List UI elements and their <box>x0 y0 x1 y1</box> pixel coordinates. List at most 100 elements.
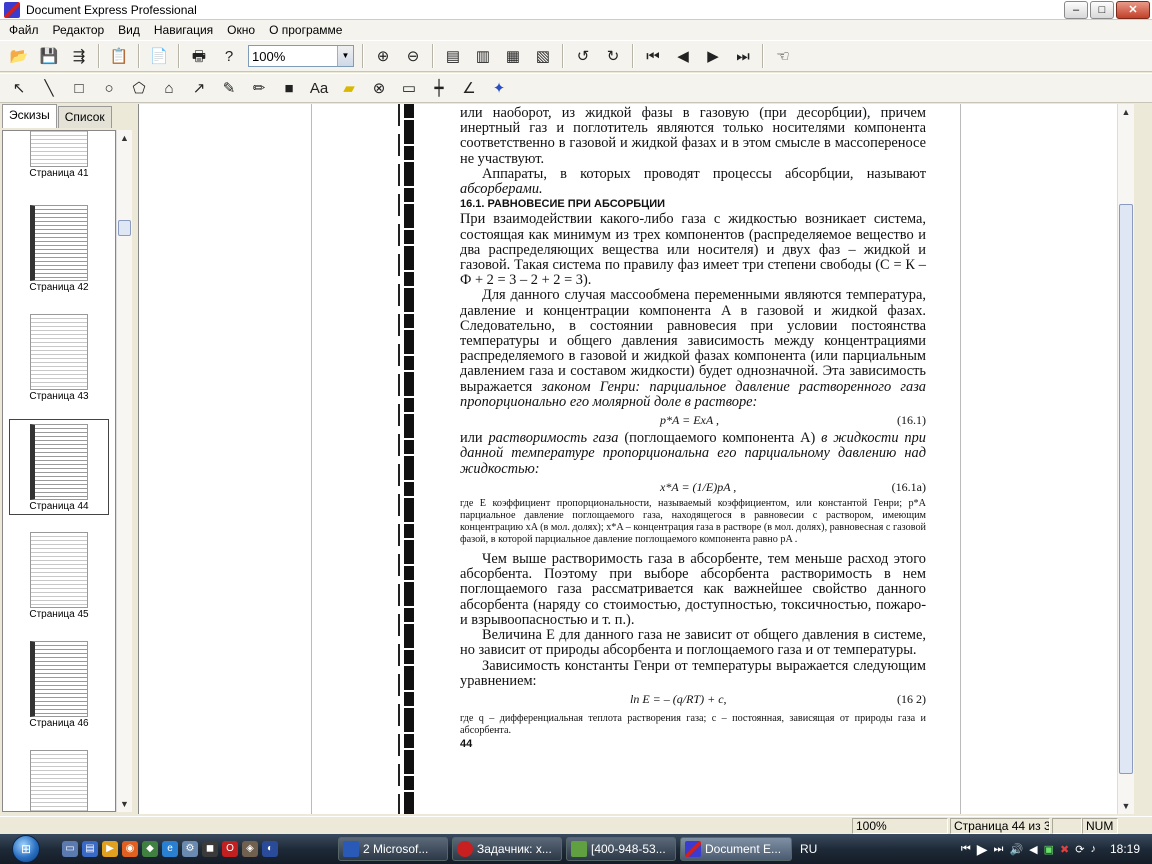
equation-16-1a: x*A = (1/E)pA , (16.1a) <box>660 479 926 494</box>
language-indicator[interactable]: RU <box>800 842 817 856</box>
arrow-icon[interactable]: ↗ <box>186 75 212 101</box>
document-scrollbar[interactable]: ▲ ▼ <box>1117 104 1134 814</box>
print-icon[interactable]: 🖶 <box>186 43 212 69</box>
menu-bar: Файл Редактор Вид Навигация Окно О прогр… <box>0 20 1152 40</box>
app-icon[interactable]: ◼ <box>202 841 218 857</box>
help-icon[interactable]: ? <box>216 43 242 69</box>
ruler-icon[interactable]: ▭ <box>396 75 422 101</box>
rotate-right-icon[interactable]: ↻ <box>600 43 626 69</box>
explorer-icon[interactable]: ▤ <box>82 841 98 857</box>
polygon-icon[interactable]: ⬠ <box>126 75 152 101</box>
scroll-up-icon[interactable]: ▲ <box>1118 104 1134 120</box>
equation-16-2: ln E = – (q/RT) + c, (16 2) <box>630 691 926 706</box>
menu-view[interactable]: Вид <box>111 20 147 40</box>
thumbnail-page-46[interactable]: Страница 46 <box>9 637 109 733</box>
sidebar-scrollbar[interactable]: ▲ ▼ <box>116 130 132 812</box>
media-icon[interactable]: ▶ <box>102 841 118 857</box>
scroll-up-icon[interactable]: ▲ <box>117 130 132 146</box>
ellipse-icon[interactable]: ○ <box>96 75 122 101</box>
media-next-icon[interactable]: ⏭ <box>994 843 1004 856</box>
save-icon[interactable]: 💾 <box>36 43 62 69</box>
thumbnail-label: Страница 41 <box>29 168 89 179</box>
paste-icon[interactable]: 📋 <box>106 43 132 69</box>
thumbnail-page-43[interactable]: Страница 43 <box>9 310 109 406</box>
speaker-icon[interactable]: ♪ <box>1090 843 1096 855</box>
fit-page-icon[interactable]: ▤ <box>440 43 466 69</box>
zoom-in-icon[interactable]: ⊕ <box>370 43 396 69</box>
prev-page-icon[interactable]: ◀ <box>670 43 696 69</box>
rectangle-icon[interactable]: □ <box>66 75 92 101</box>
export-page-icon[interactable]: ▧ <box>530 43 556 69</box>
clock[interactable]: 18:19 <box>1110 842 1140 856</box>
paragraph: или наоборот, из жидкой фазы в газовую (… <box>460 105 926 167</box>
minimize-button[interactable]: – <box>1064 1 1088 19</box>
task-document-express[interactable]: Document E... <box>680 837 792 861</box>
zoom-out-icon[interactable]: ⊖ <box>400 43 426 69</box>
app-icon[interactable]: ◆ <box>142 841 158 857</box>
settings-icon[interactable]: ⚙ <box>182 841 198 857</box>
pin-icon[interactable]: ✦ <box>486 75 512 101</box>
thumbnail-page-42[interactable]: Страница 42 <box>9 201 109 297</box>
scroll-down-icon[interactable]: ▼ <box>117 796 132 812</box>
highlighter-icon[interactable]: ✏ <box>246 75 272 101</box>
tab-thumbnails[interactable]: Эскизы <box>2 104 57 128</box>
filled-rect-icon[interactable]: ■ <box>276 75 302 101</box>
status-zoom: 100% <box>852 818 948 834</box>
rotate-left-icon[interactable]: ↺ <box>570 43 596 69</box>
menu-file[interactable]: Файл <box>2 20 46 40</box>
app-icon[interactable]: ◐ <box>262 841 278 857</box>
measure-icon[interactable]: ┿ <box>426 75 452 101</box>
page-thumbnail-image <box>30 205 88 281</box>
task-opera[interactable]: Задачник: х... <box>452 837 562 861</box>
thumbnail-page-41[interactable]: Страница 41 <box>9 131 109 183</box>
sidebar-scroll-thumb[interactable] <box>118 220 131 236</box>
thumbnail-page-47[interactable] <box>9 746 109 811</box>
network-icon[interactable]: ▣ <box>1044 843 1054 856</box>
text-tool-icon[interactable]: Aa <box>306 75 332 101</box>
thumbnail-page-44[interactable]: Страница 44 <box>9 419 109 515</box>
last-page-icon[interactable]: ⏭ <box>730 43 756 69</box>
task-notepad[interactable]: [400-948-53... <box>566 837 676 861</box>
pointer-icon[interactable]: ↖ <box>6 75 32 101</box>
first-page-icon[interactable]: ⏮ <box>640 43 666 69</box>
app-icon[interactable]: ◈ <box>242 841 258 857</box>
document-scroll-thumb[interactable] <box>1119 204 1133 774</box>
media-prev-icon[interactable]: ⏮ <box>961 843 971 856</box>
opera-icon[interactable]: O <box>222 841 238 857</box>
freeform-icon[interactable]: ⌂ <box>156 75 182 101</box>
tab-list[interactable]: Список <box>57 106 112 128</box>
firefox-icon[interactable]: ◉ <box>122 841 138 857</box>
menu-about[interactable]: О программе <box>262 20 349 40</box>
line-icon[interactable]: ╲ <box>36 75 62 101</box>
menu-navigation[interactable]: Навигация <box>147 20 220 40</box>
open-icon[interactable]: 📂 <box>6 43 32 69</box>
tray-expand-icon[interactable]: ◀ <box>1029 843 1037 856</box>
volume-icon[interactable]: 🔊 <box>1009 843 1023 856</box>
media-play-icon[interactable]: ▶ <box>977 841 988 858</box>
stamp-icon[interactable]: ⊗ <box>366 75 392 101</box>
desktop-icon[interactable]: ▭ <box>62 841 78 857</box>
sticky-note-icon[interactable]: ▰ <box>336 75 362 101</box>
security-icon[interactable]: ✖ <box>1060 843 1069 856</box>
hand-tool-icon[interactable]: ☜ <box>770 43 796 69</box>
task-word[interactable]: 2 Microsof... <box>338 837 448 861</box>
sync-icon[interactable]: ⟳ <box>1075 843 1084 856</box>
fit-width-icon[interactable]: ▦ <box>500 43 526 69</box>
chevron-down-icon[interactable]: ▼ <box>337 46 353 66</box>
scroll-down-icon[interactable]: ▼ <box>1118 798 1134 814</box>
thumbnail-sidebar: Эскизы Список Страница 41 Страница 42 Ст… <box>0 104 136 814</box>
actual-size-icon[interactable]: ▥ <box>470 43 496 69</box>
thumbnail-page-45[interactable]: Страница 45 <box>9 528 109 624</box>
pen-icon[interactable]: ✎ <box>216 75 242 101</box>
angle-icon[interactable]: ∠ <box>456 75 482 101</box>
next-page-icon[interactable]: ▶ <box>700 43 726 69</box>
zoom-select[interactable]: 100% ▼ <box>248 45 354 67</box>
menu-edit[interactable]: Редактор <box>46 20 112 40</box>
close-button[interactable]: ✕ <box>1116 1 1150 19</box>
ie-icon[interactable]: e <box>162 841 178 857</box>
maximize-button[interactable]: □ <box>1090 1 1114 19</box>
scan-icon[interactable]: ⇶ <box>66 43 92 69</box>
document-icon[interactable]: 📄 <box>146 43 172 69</box>
start-button[interactable]: ⊞ <box>0 834 52 864</box>
menu-window[interactable]: Окно <box>220 20 262 40</box>
